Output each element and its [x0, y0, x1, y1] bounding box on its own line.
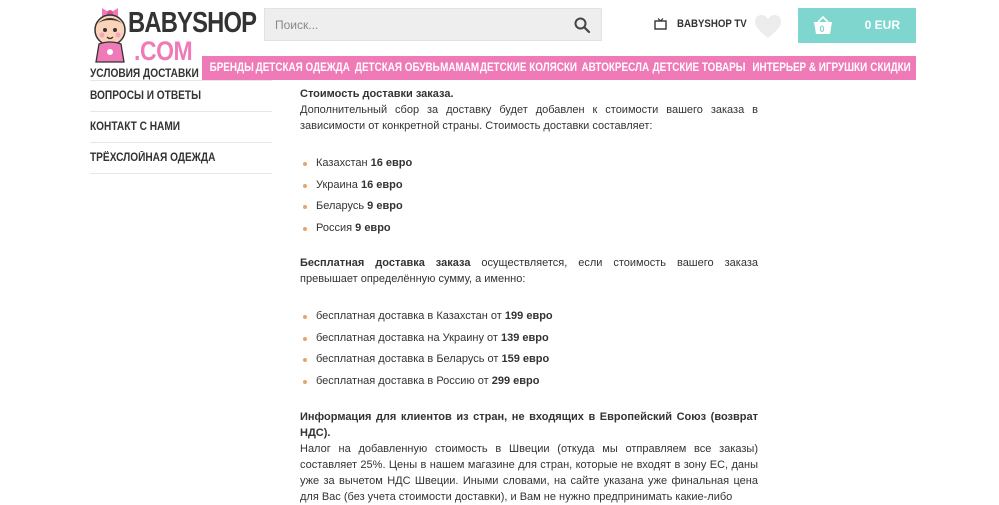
main-nav: БРЕНДЫ ДЕТСКАЯ ОДЕЖДА ДЕТСКАЯ ОБУВЬ МАМА… [202, 56, 916, 80]
delivery-content: Стоимость доставки заказа. Дополнительны… [300, 86, 758, 505]
cart-total: 0 EUR [864, 18, 900, 32]
nav-item-car-seats[interactable]: АВТОКРЕСЛА [581, 62, 649, 74]
list-item: бесплатная доставка в Беларусь от 159 ев… [300, 349, 758, 371]
list-item: Казахстан 16 евро [300, 153, 758, 175]
free-delivery-text: Бесплатная доставка заказа осуществляетс… [300, 257, 758, 285]
search-input[interactable] [265, 9, 565, 40]
cost-list: Казахстан 16 евро Украина 16 евро Белару… [300, 153, 758, 239]
search-bar [264, 8, 602, 41]
sidebar-item-faq[interactable]: ВОПРОСЫ И ОТВЕТЫ [90, 81, 272, 112]
cart-button[interactable]: 0 0 EUR [798, 8, 916, 43]
wishlist-heart-icon[interactable] [754, 14, 782, 40]
list-item: бесплатная доставка на Украину от 139 ев… [300, 328, 758, 350]
list-item: бесплатная доставка в Россию от 299 евро [300, 371, 758, 393]
nav-item-kids-shoes[interactable]: ДЕТСКАЯ ОБУВЬ [355, 62, 440, 74]
cost-heading: Стоимость доставки заказа. [300, 88, 454, 100]
logo-text-com: .COM [134, 36, 193, 66]
cost-text: Дополнительный сбор за доставку будет до… [300, 104, 758, 132]
list-item: бесплатная доставка в Казахстан от 199 е… [300, 306, 758, 328]
free-delivery-heading: Бесплатная доставка заказа [300, 257, 471, 269]
list-item: Россия 9 евро [300, 218, 758, 240]
free-delivery-list: бесплатная доставка в Казахстан от 199 е… [300, 306, 758, 392]
sidebar-menu: УСЛОВИЯ ДОСТАВКИ ВОПРОСЫ И ОТВЕТЫ КОНТАК… [90, 66, 272, 174]
search-icon[interactable] [573, 16, 591, 34]
nav-item-kids-goods[interactable]: ДЕТСКИЕ ТОВАРЫ [652, 62, 745, 74]
list-item: Беларусь 9 евро [300, 196, 758, 218]
babyshop-tv-link[interactable]: BABYSHOP TV [654, 16, 756, 32]
non-eu-text: Налог на добавленную стоимость в Швеции … [300, 443, 758, 503]
cart-count-badge: 0 [819, 24, 825, 34]
nav-item-sale[interactable]: СКИДКИ [870, 62, 910, 74]
non-eu-heading: Информация для клиентов из стран, не вхо… [300, 411, 758, 439]
sidebar-item-three-layer-clothing[interactable]: ТРЁХСЛОЙНАЯ ОДЕЖДА [90, 143, 272, 174]
sidebar-item-contact[interactable]: КОНТАКТ С НАМИ [90, 112, 272, 143]
nav-item-strollers[interactable]: ДЕТСКИЕ КОЛЯСКИ [480, 62, 577, 74]
tv-icon [654, 18, 667, 30]
nav-item-interior-toys[interactable]: ИНТЕРЬЕР & ИГРУШКИ [752, 62, 867, 74]
list-item: Украина 16 евро [300, 175, 758, 197]
nav-item-moms[interactable]: МАМАМ [440, 62, 479, 74]
sidebar-item-delivery[interactable]: УСЛОВИЯ ДОСТАВКИ [90, 66, 272, 81]
tv-label: BABYSHOP TV [677, 18, 747, 30]
